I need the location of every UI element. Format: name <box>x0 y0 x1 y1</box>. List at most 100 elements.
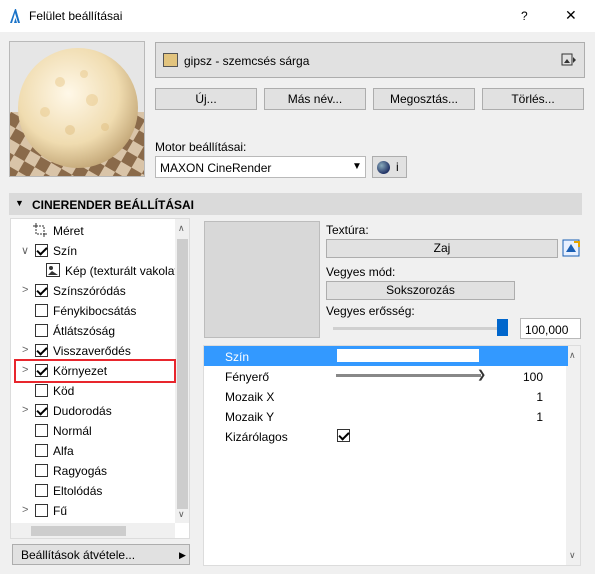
new-button[interactable]: Új... <box>155 88 257 110</box>
tree-item[interactable]: Kép (texturált vakolat <box>11 261 178 281</box>
share-button[interactable]: Megosztás... <box>373 88 475 110</box>
engine-label: Motor beállításai: <box>155 140 247 154</box>
engine-value: MAXON CineRender <box>160 161 272 175</box>
channel-checkbox[interactable] <box>35 324 48 337</box>
texture-link-icon[interactable] <box>562 238 581 258</box>
scroll-down-icon[interactable]: ∨ <box>178 509 185 520</box>
scroll-up-icon[interactable]: ∧ <box>178 223 185 234</box>
material-name-field[interactable]: gipsz - szemcsés sárga <box>155 42 585 78</box>
close-button[interactable]: ✕ <box>565 7 577 24</box>
color-swatch[interactable] <box>337 349 479 362</box>
channel-checkbox[interactable] <box>35 304 48 317</box>
tree-item[interactable]: > Színszóródás <box>11 281 171 301</box>
property-row[interactable]: Mozaik Y 1 <box>204 406 568 426</box>
mix-strength-slider[interactable] <box>333 318 509 338</box>
mix-strength-value: 100,000 <box>525 323 569 337</box>
tree-scrollbar[interactable]: ∧ ∨ <box>175 219 189 523</box>
tree-item[interactable]: Köd <box>11 381 171 401</box>
chevron-right-icon[interactable]: > <box>22 344 28 356</box>
tree-item[interactable]: ∨ Szín <box>11 241 171 261</box>
tree-item-label: Ragyogás <box>53 464 108 478</box>
chevron-right-icon[interactable]: > <box>22 284 28 296</box>
tree-item[interactable]: Eltolódás <box>11 481 171 501</box>
channel-checkbox[interactable] <box>35 504 48 517</box>
scroll-up-icon[interactable]: ∧ <box>569 350 576 361</box>
image-icon <box>46 263 60 280</box>
chevron-right-icon[interactable]: > <box>22 504 28 516</box>
chevron-right-icon[interactable]: > <box>22 404 28 416</box>
rename-button[interactable]: Más név... <box>264 88 366 110</box>
material-name: gipsz - szemcsés sárga <box>184 54 310 68</box>
mix-strength-input[interactable]: 100,000 <box>520 318 581 339</box>
property-row[interactable]: Kizárólagos <box>204 426 568 446</box>
tree-item-label: Visszaverődés <box>53 344 131 358</box>
property-value[interactable]: 1 <box>536 390 543 404</box>
property-value[interactable]: 100 <box>523 370 543 384</box>
slider-thumb[interactable] <box>497 319 508 336</box>
exclusive-checkbox[interactable] <box>337 429 350 442</box>
tree-item[interactable]: > Dudorodás <box>11 401 171 421</box>
section-header[interactable]: ▼ CINERENDER BEÁLLÍTÁSAI <box>9 193 582 215</box>
brightness-slider[interactable] <box>336 374 481 377</box>
texture-preview <box>204 221 320 338</box>
tree-item-label: Átlátszóság <box>53 324 116 338</box>
property-row[interactable]: Mozaik X 1 <box>204 386 568 406</box>
channel-checkbox[interactable] <box>35 484 48 497</box>
tree-scroll-thumb[interactable] <box>177 239 188 509</box>
slider-track <box>333 327 503 330</box>
tree-item-label: Köd <box>53 384 75 398</box>
property-name: Szín <box>225 350 250 364</box>
delete-button[interactable]: Törlés... <box>482 88 584 110</box>
property-row[interactable]: Fényerő ❯ 100 <box>204 366 568 386</box>
chevron-down-icon: ▼ <box>352 161 362 172</box>
property-name: Kizárólagos <box>225 430 288 444</box>
app-icon <box>7 8 23 24</box>
tree-item[interactable]: > Fű <box>11 501 171 521</box>
help-button[interactable]: ? <box>521 9 528 23</box>
tree-item[interactable]: Fénykibocsátás <box>11 301 171 321</box>
channel-checkbox[interactable] <box>35 284 48 297</box>
chevron-down-icon[interactable]: ∨ <box>21 244 29 257</box>
info-label: i <box>396 160 399 174</box>
tree-item-label: Kép (texturált vakolat <box>65 264 178 278</box>
channel-checkbox[interactable] <box>35 384 48 397</box>
tree-item[interactable]: Méret <box>11 221 171 241</box>
transfer-settings-button[interactable]: Beállítások átvétele... ▶ <box>12 544 190 565</box>
tree-item[interactable]: Normál <box>11 421 171 441</box>
mix-mode-button[interactable]: Sokszorozás <box>326 281 515 300</box>
channel-checkbox[interactable] <box>35 344 48 357</box>
channel-checkbox[interactable] <box>35 444 48 457</box>
window-title: Felület beállításai <box>29 9 123 23</box>
size-icon <box>33 223 47 240</box>
tree-item-label: Dudorodás <box>53 404 112 418</box>
selected-item-highlight <box>14 359 176 383</box>
tree-item[interactable]: Ragyogás <box>11 461 171 481</box>
texture-button[interactable]: Zaj <box>326 239 558 258</box>
prop-scrollbar[interactable]: ∧ ∨ <box>566 346 580 565</box>
channel-checkbox[interactable] <box>35 424 48 437</box>
property-name: Fényerő <box>225 370 270 384</box>
engine-dropdown[interactable]: MAXON CineRender ▼ <box>155 156 366 178</box>
tree-item[interactable]: Alfa <box>11 441 171 461</box>
slider-thumb[interactable]: ❯ <box>477 368 486 381</box>
tree-item[interactable]: > Visszaverődés <box>11 341 171 361</box>
tree-item-label: Normál <box>53 424 92 438</box>
engine-info-button[interactable]: i <box>372 156 407 178</box>
channel-checkbox[interactable] <box>35 464 48 477</box>
tree-h-scrollbar[interactable] <box>11 523 175 538</box>
property-value[interactable]: 1 <box>536 410 543 424</box>
material-preview <box>9 41 145 177</box>
property-row[interactable]: Szín <box>204 346 568 366</box>
tree-h-scroll-thumb[interactable] <box>31 526 126 536</box>
tree-item-label: Fű <box>53 504 68 518</box>
scroll-down-icon[interactable]: ∨ <box>569 550 576 561</box>
transfer-label: Beállítások átvétele... <box>21 548 136 562</box>
chevron-right-icon: ▶ <box>179 550 186 560</box>
tree-item-label: Fénykibocsátás <box>53 304 137 318</box>
channel-checkbox[interactable] <box>35 404 48 417</box>
channel-checkbox[interactable] <box>35 244 48 257</box>
material-picker-icon[interactable] <box>561 53 577 67</box>
collapse-icon: ▼ <box>15 198 24 208</box>
tree-item[interactable]: Átlátszóság <box>11 321 171 341</box>
tree-item-label: Méret <box>53 224 84 238</box>
